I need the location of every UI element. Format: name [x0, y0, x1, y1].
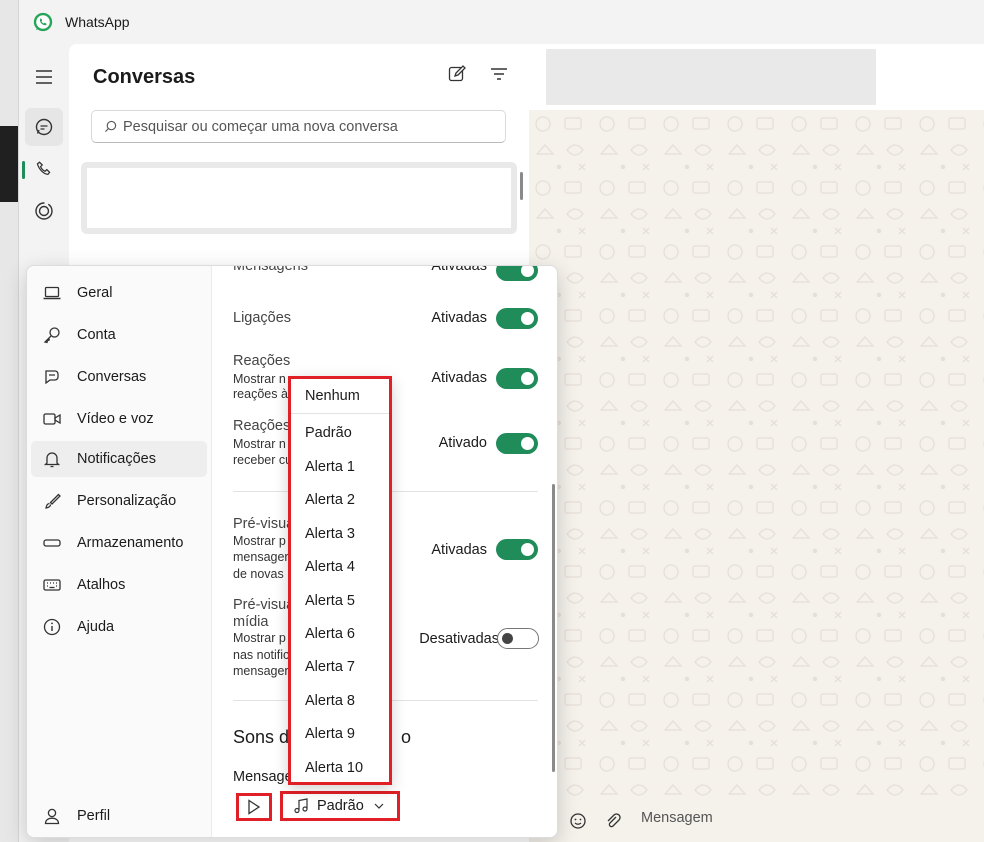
dropdown-option-alert-5[interactable]: Alerta 5	[305, 593, 355, 609]
settings-nav-profile[interactable]: Perfil	[31, 798, 207, 834]
dropdown-option-alert-6[interactable]: Alerta 6	[305, 626, 355, 642]
setting-title: Reações	[233, 418, 291, 434]
settings-nav-general[interactable]: Geral	[31, 275, 207, 311]
conversation-header	[529, 44, 984, 110]
music-note-icon	[294, 798, 308, 814]
settings-nav: Geral Conta Conversas Vídeo e voz Notifi…	[27, 266, 212, 837]
dropdown-option-alert-10[interactable]: Alerta 10	[305, 760, 363, 776]
setting-status: Ativadas	[431, 310, 487, 326]
settings-nav-label: Atalhos	[77, 577, 126, 593]
chats-title: Conversas	[93, 66, 196, 88]
setting-title: Ligações	[233, 310, 292, 326]
message-sound-select[interactable]: Padrão	[280, 791, 400, 821]
settings-nav-video-voice[interactable]: Vídeo e voz	[31, 401, 207, 437]
dropdown-option-alert-9[interactable]: Alerta 9	[305, 726, 355, 742]
setting-title: Pré-visua	[233, 516, 295, 532]
settings-nav-label: Armazenamento	[77, 535, 184, 551]
chats-actions	[447, 64, 509, 84]
settings-nav-personalization[interactable]: Personalização	[31, 483, 207, 519]
dropdown-option-alert-2[interactable]: Alerta 2	[305, 492, 355, 508]
settings-nav-label: Vídeo e voz	[77, 411, 154, 427]
key-icon	[42, 325, 62, 345]
video-icon	[42, 409, 62, 429]
phone-icon[interactable]	[25, 150, 63, 188]
chat-icon	[42, 367, 62, 387]
message-input[interactable]: Mensagem	[641, 810, 713, 826]
setting-status: Ativadas	[431, 265, 487, 274]
toggle-media-preview[interactable]	[497, 628, 539, 649]
settings-nav-label: Geral	[77, 285, 113, 301]
settings-nav-shortcuts[interactable]: Atalhos	[31, 567, 207, 603]
toggle-reactions[interactable]	[496, 368, 538, 389]
brush-icon	[42, 491, 62, 511]
menu-icon[interactable]	[25, 58, 63, 96]
settings-nav-label: Ajuda	[77, 619, 115, 635]
dropdown-option-alert-7[interactable]: Alerta 7	[305, 659, 355, 675]
message-composer: Mensagem	[529, 800, 984, 842]
message-sound-label: Mensage	[233, 769, 293, 785]
settings-nav-label: Notificações	[77, 451, 156, 467]
settings-nav-label: Conversas	[77, 369, 147, 385]
settings-nav-help[interactable]: Ajuda	[31, 609, 207, 645]
setting-status: Ativadas	[431, 370, 487, 386]
play-sound-button[interactable]	[236, 793, 272, 821]
sound-select-value: Padrão	[317, 798, 364, 814]
person-icon	[42, 806, 62, 826]
app-title: WhatsApp	[65, 14, 130, 30]
dropdown-option-alert-4[interactable]: Alerta 4	[305, 559, 355, 575]
keyboard-icon	[42, 575, 62, 595]
setting-status: Desativadas	[419, 631, 499, 647]
setting-status: Ativado	[438, 435, 487, 451]
dropdown-option-none[interactable]: Nenhum	[305, 388, 360, 404]
sound-dropdown-list: Nenhum Padrão Alerta 1 Alerta 2 Alerta 3…	[288, 376, 392, 785]
info-icon	[42, 617, 62, 637]
search-input[interactable]: Pesquisar ou começar uma nova conversa	[91, 110, 506, 143]
search-placeholder: Pesquisar ou começar uma nova conversa	[123, 118, 398, 135]
title-bar: WhatsApp	[19, 0, 984, 44]
toggle-calls[interactable]	[496, 308, 538, 329]
dropdown-option-alert-8[interactable]: Alerta 8	[305, 693, 355, 709]
dropdown-option-alert-1[interactable]: Alerta 1	[305, 459, 355, 475]
bell-icon	[42, 449, 62, 469]
dropdown-option-default[interactable]: Padrão	[305, 425, 352, 441]
toggle-reactions-status[interactable]	[496, 433, 538, 454]
play-icon	[248, 799, 261, 815]
attach-icon[interactable]	[604, 812, 622, 830]
search-icon	[104, 120, 117, 133]
settings-nav-label: Perfil	[77, 808, 111, 824]
toggle-message-preview[interactable]	[496, 539, 538, 560]
settings-nav-chats[interactable]: Conversas	[31, 359, 207, 395]
setting-status: Ativadas	[431, 542, 487, 558]
doodle-background	[529, 110, 984, 800]
chevron-down-icon	[374, 803, 384, 809]
chats-scrollbar[interactable]	[520, 172, 523, 200]
chat-icon[interactable]	[25, 108, 63, 146]
filter-icon[interactable]	[489, 64, 509, 84]
status-icon[interactable]	[25, 192, 63, 230]
setting-title: Pré-visua	[233, 597, 295, 613]
settings-scrollbar[interactable]	[552, 484, 555, 772]
laptop-icon	[42, 283, 62, 303]
setting-title: Mensagens	[233, 265, 308, 274]
settings-nav-storage[interactable]: Armazenamento	[31, 525, 207, 561]
whatsapp-logo-icon	[33, 12, 53, 32]
setting-title: Reações	[233, 353, 291, 369]
dropdown-option-alert-3[interactable]: Alerta 3	[305, 526, 355, 542]
setting-title-line2: mídia	[233, 614, 269, 630]
toggle-messages[interactable]	[496, 266, 538, 281]
conversation-area: Mensagem	[529, 44, 984, 842]
desktop-dark-window	[0, 126, 18, 202]
emoji-icon[interactable]	[569, 812, 587, 830]
settings-nav-account[interactable]: Conta	[31, 317, 207, 353]
settings-nav-label: Personalização	[77, 493, 177, 509]
settings-nav-notifications[interactable]: Notificações	[31, 441, 207, 477]
settings-nav-label: Conta	[77, 327, 116, 343]
storage-icon	[42, 533, 62, 553]
chat-list-item[interactable]	[81, 162, 517, 234]
conversation-header-placeholder	[546, 49, 876, 105]
new-chat-icon[interactable]	[447, 64, 467, 84]
dropdown-separator	[291, 413, 389, 414]
